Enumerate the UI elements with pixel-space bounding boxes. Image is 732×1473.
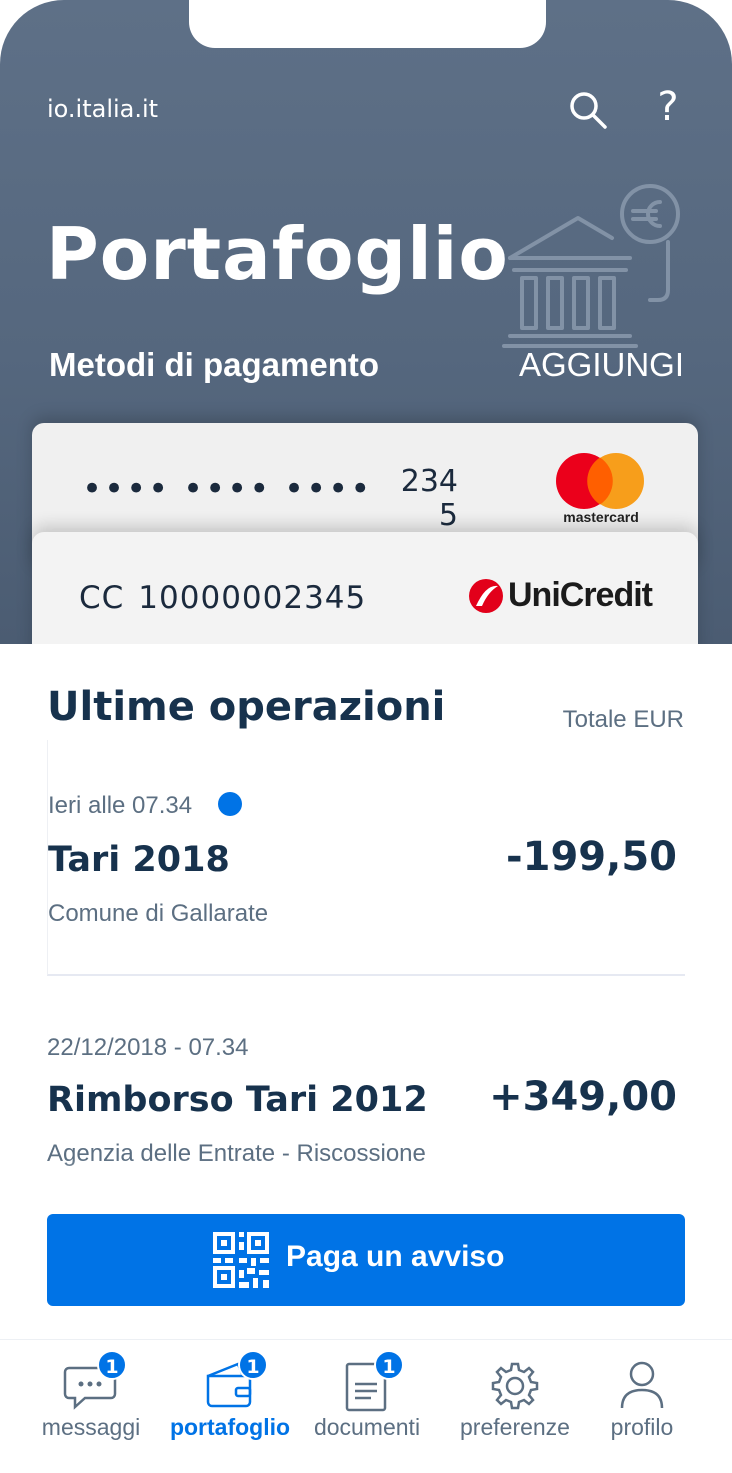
pay-notice-button[interactable]: Paga un avviso [47, 1214, 685, 1306]
device-notch [189, 0, 546, 48]
total-currency-label: Totale EUR [562, 706, 684, 733]
add-payment-method-button[interactable]: AGGIUNGI [519, 346, 684, 384]
tab-messaggi[interactable]: 1 messaggi [21, 1340, 161, 1473]
account-label: CC 10000002345 [79, 580, 366, 616]
tab-label: profilo [610, 1414, 674, 1440]
transaction-amount: -199,50 [506, 834, 677, 880]
payment-card-unicredit[interactable]: CC 10000002345 UniCredit [32, 532, 698, 644]
transaction-date: 22/12/2018 - 07.34 [47, 1034, 249, 1061]
pay-notice-label: Paga un avviso [286, 1240, 505, 1273]
site-label: io.italia.it [47, 95, 159, 123]
transaction-title: Rimborso Tari 2012 [47, 1080, 428, 1120]
transaction-date: Ieri alle 07.34 [48, 792, 193, 819]
list-fade [0, 1159, 732, 1199]
help-icon[interactable]: ? [648, 82, 688, 132]
page-title: Portafoglio [46, 212, 509, 296]
gear-icon [491, 1362, 539, 1410]
operations-title: Ultime operazioni [47, 684, 446, 730]
tab-label: documenti [313, 1414, 421, 1440]
card-masked-number: •••• •••• •••• [82, 469, 373, 509]
section-subtitle: Metodi di pagamento [49, 346, 379, 383]
unread-dot-icon [218, 792, 242, 816]
transactions-sheet: Ultime operazioni Totale EUR Ieri alle 0… [0, 644, 732, 1473]
tab-preferenze[interactable]: preferenze [445, 1340, 585, 1473]
transaction-row[interactable]: Ieri alle 07.34 Tari 2018 -199,50 Comune… [47, 740, 685, 976]
tab-documenti[interactable]: 1 documenti [297, 1340, 437, 1473]
user-icon [620, 1361, 664, 1409]
transaction-recipient: Comune di Gallarate [48, 900, 269, 927]
tab-label: preferenze [460, 1414, 570, 1440]
transaction-amount: +349,00 [489, 1074, 677, 1120]
card-last-digits: 2345 [400, 464, 458, 533]
bank-icon [502, 184, 680, 348]
tab-label: messaggi [41, 1414, 141, 1440]
unread-badge: 1 [97, 1350, 127, 1380]
transaction-title: Tari 2018 [48, 840, 230, 880]
account-type: CC [79, 580, 125, 616]
qr-code-icon [213, 1232, 269, 1288]
card-brand: mastercard [563, 509, 639, 525]
unread-badge: 1 [238, 1350, 268, 1380]
unread-badge: 1 [374, 1350, 404, 1380]
bottom-tab-bar: 1 messaggi 1 portafoglio 1 documenti pre… [0, 1339, 732, 1473]
bank-name: UniCredit [508, 576, 653, 614]
tab-profilo[interactable]: profilo [572, 1340, 712, 1473]
tab-label: portafoglio [169, 1414, 291, 1440]
wallet-header: io.italia.it ? Portafoglio Metodi di pag… [0, 0, 732, 644]
account-number: 10000002345 [138, 580, 367, 616]
tab-portafoglio[interactable]: 1 portafoglio [160, 1340, 300, 1473]
search-icon[interactable] [566, 88, 610, 132]
